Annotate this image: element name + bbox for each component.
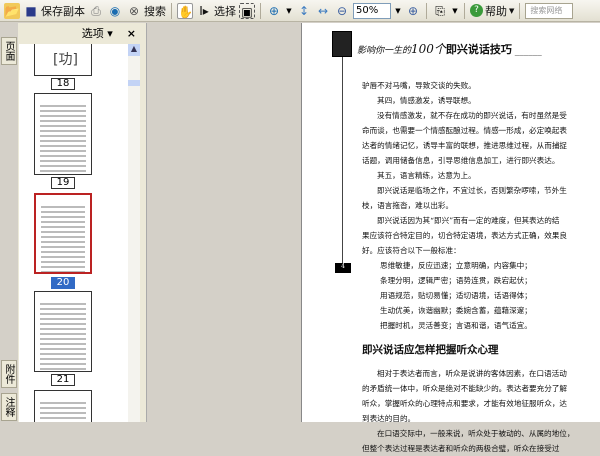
zoom-out-icon[interactable]: ⊖ — [334, 3, 350, 19]
tab-attachments[interactable]: 附件 — [1, 360, 17, 388]
zoom-in-icon[interactable]: ⊕ — [405, 3, 421, 19]
header-rule — [342, 57, 343, 265]
divider — [260, 2, 261, 19]
email-icon[interactable]: ◉ — [107, 3, 123, 19]
page-thumbnail[interactable] — [34, 390, 92, 422]
page-thumbnail[interactable] — [34, 93, 92, 175]
tab-comments[interactable]: 注释 — [1, 393, 17, 421]
fit-width-icon[interactable]: ↔ — [315, 3, 331, 19]
header-illustration — [332, 31, 352, 57]
scroll-up-button[interactable]: ▲ — [128, 44, 140, 56]
tab-pages[interactable]: 页面 — [1, 37, 17, 65]
toolbar: 📂 ■ 保存副本 ⎙ ◉ ⊗ 搜索 ✋ I▸ 选择 ▣ ⊕ ▼ ↕ ↔ ⊖ 50% ▼… — [0, 0, 600, 22]
panel-header: 选项 ▾ × — [18, 23, 146, 43]
page-thumbnail[interactable]: [功] — [34, 44, 92, 76]
search-button[interactable]: ⊗ 搜索 — [126, 3, 166, 19]
divider — [464, 2, 465, 19]
page-thumbnail-selected[interactable] — [34, 193, 92, 274]
thumbnail-list: [功] 18 19 20 21 — [19, 44, 128, 422]
hand-tool-icon[interactable]: ✋ — [177, 2, 193, 19]
print-icon[interactable]: ⎙ — [88, 3, 104, 19]
page-rotate-icon[interactable]: ⎘ — [432, 3, 448, 19]
web-search-input[interactable]: 搜索网络 — [525, 2, 574, 19]
binoculars-icon: ⊗ — [128, 3, 140, 18]
page-header: 影响你一生的100个即兴说话技巧 ______ — [357, 42, 542, 56]
page-label: 18 — [51, 78, 75, 90]
open-folder-icon[interactable]: 📂 — [4, 2, 20, 19]
help-icon: ? — [470, 4, 483, 17]
close-panel-button[interactable]: × — [127, 27, 136, 40]
page-thumbnail[interactable] — [34, 291, 92, 372]
chevron-down-icon[interactable]: ▼ — [394, 3, 402, 19]
divider — [171, 2, 172, 19]
page-label-selected: 20 — [51, 277, 75, 289]
options-menu[interactable]: 选项 ▾ — [82, 25, 113, 41]
divider — [426, 2, 427, 19]
section-title: 即兴说话应怎样把握听众心理 — [362, 344, 499, 356]
save-copy-button[interactable]: ■ 保存副本 — [23, 3, 85, 19]
select-tool-button[interactable]: I▸ 选择 — [196, 3, 236, 19]
chevron-down-icon[interactable]: ▼ — [285, 3, 293, 19]
help-button[interactable]: ? 帮助 ▼ — [470, 3, 514, 19]
page-number: 4 — [335, 263, 351, 273]
text-cursor-icon: I▸ — [199, 3, 209, 18]
page-body: 驴唇不对马嘴，导致交谈的失败。 其四，情感激发，诱导联想。 没有情感激发，就不存… — [362, 78, 577, 456]
zoom-level-input[interactable]: 50% — [353, 2, 391, 19]
document-background — [151, 23, 300, 422]
page-label: 19 — [51, 177, 75, 189]
fit-page-icon[interactable]: ↕ — [296, 3, 312, 19]
snapshot-icon[interactable]: ▣ — [239, 2, 255, 19]
zoom-in-icon[interactable]: ⊕ — [266, 3, 282, 19]
chevron-down-icon[interactable]: ▼ — [451, 3, 459, 19]
thumbnail-scrollbar[interactable]: ▲ — [128, 44, 140, 422]
page-label: 21 — [51, 374, 75, 386]
document-page: 影响你一生的100个即兴说话技巧 ______ 4 驴唇不对马嘴，导致交谈的失败… — [301, 23, 600, 453]
divider — [519, 2, 521, 19]
scrollbar-thumb[interactable] — [128, 80, 140, 86]
panel-tabs: 页面 附件 注释 — [0, 23, 18, 422]
floppy-disk-icon: ■ — [25, 3, 37, 18]
pages-panel: 页面 附件 注释 选项 ▾ × [功] 18 19 20 21 ▲ — [0, 23, 146, 422]
